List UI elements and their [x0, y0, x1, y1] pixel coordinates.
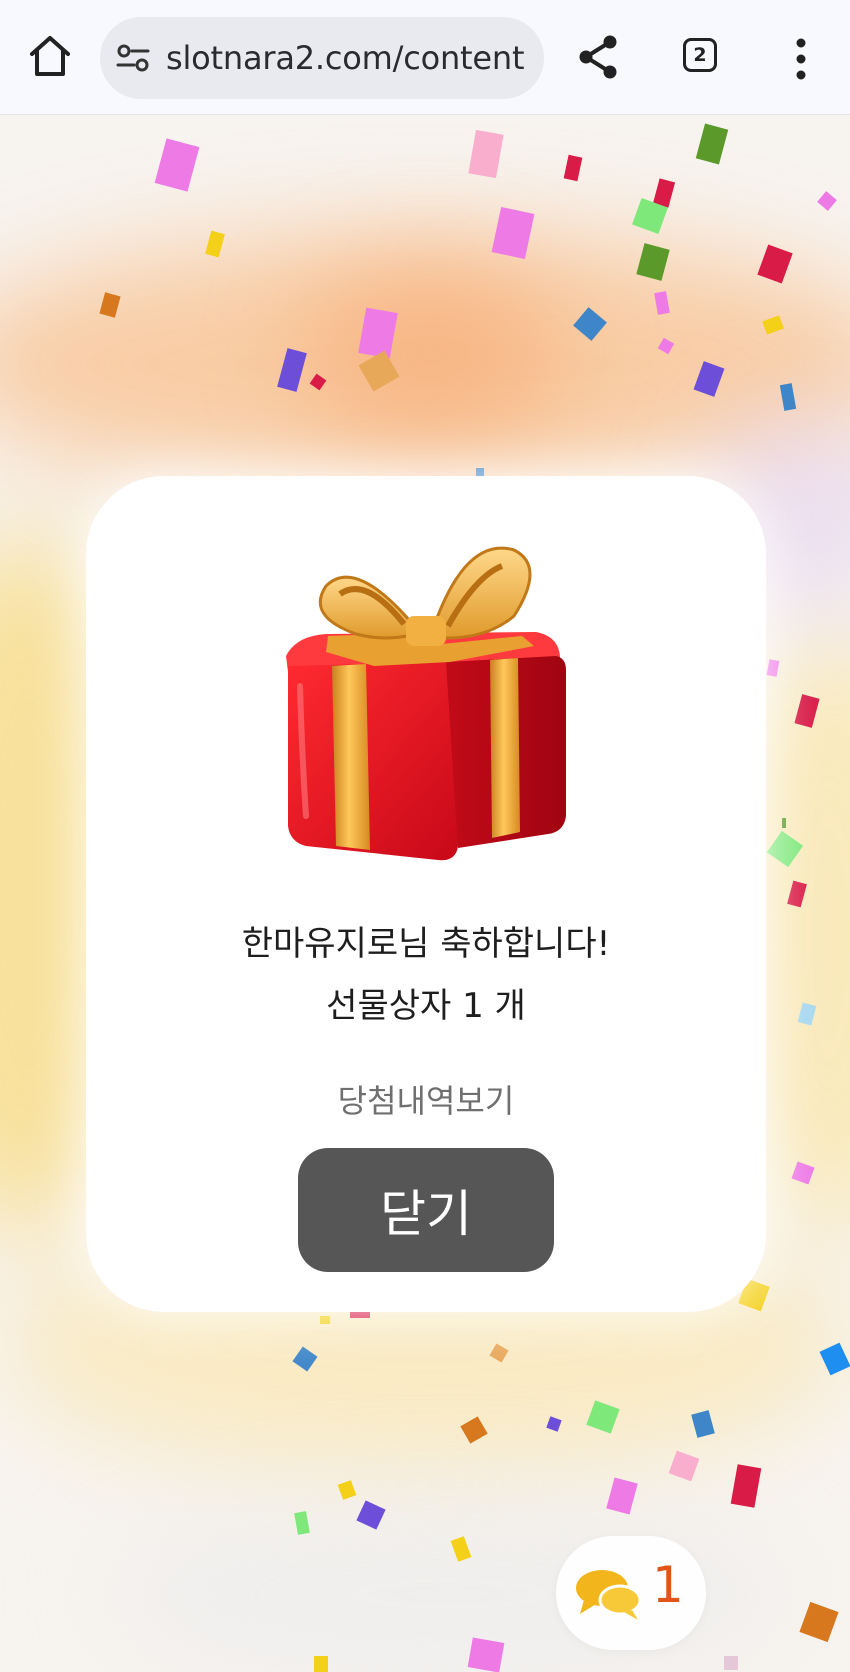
chat-button[interactable]: 1	[556, 1536, 706, 1650]
view-history-link[interactable]: 당첨내역보기	[86, 1076, 766, 1122]
chat-count-badge: 1	[652, 1556, 684, 1614]
reward-popup: 한마유지로님 축하합니다! 선물상자 1 개 당첨내역보기 닫기	[86, 476, 766, 1312]
share-icon[interactable]	[576, 34, 622, 80]
congrats-message: 한마유지로님 축하합니다!	[241, 924, 611, 964]
browser-toolbar: slotnara2.com/content 2	[0, 0, 850, 115]
url-text[interactable]: slotnara2.com/content	[166, 37, 525, 79]
chat-bubbles-icon[interactable]	[574, 1566, 644, 1622]
close-button[interactable]: 닫기	[298, 1148, 554, 1272]
gift-box-image	[286, 546, 566, 861]
reward-amount: 선물상자 1 개	[326, 986, 526, 1026]
address-bar[interactable]: slotnara2.com/content	[100, 17, 544, 99]
menu-icon[interactable]	[788, 36, 814, 82]
home-icon[interactable]	[26, 32, 74, 80]
site-info-icon[interactable]	[116, 41, 150, 75]
tabs-icon[interactable]: 2	[683, 38, 717, 72]
